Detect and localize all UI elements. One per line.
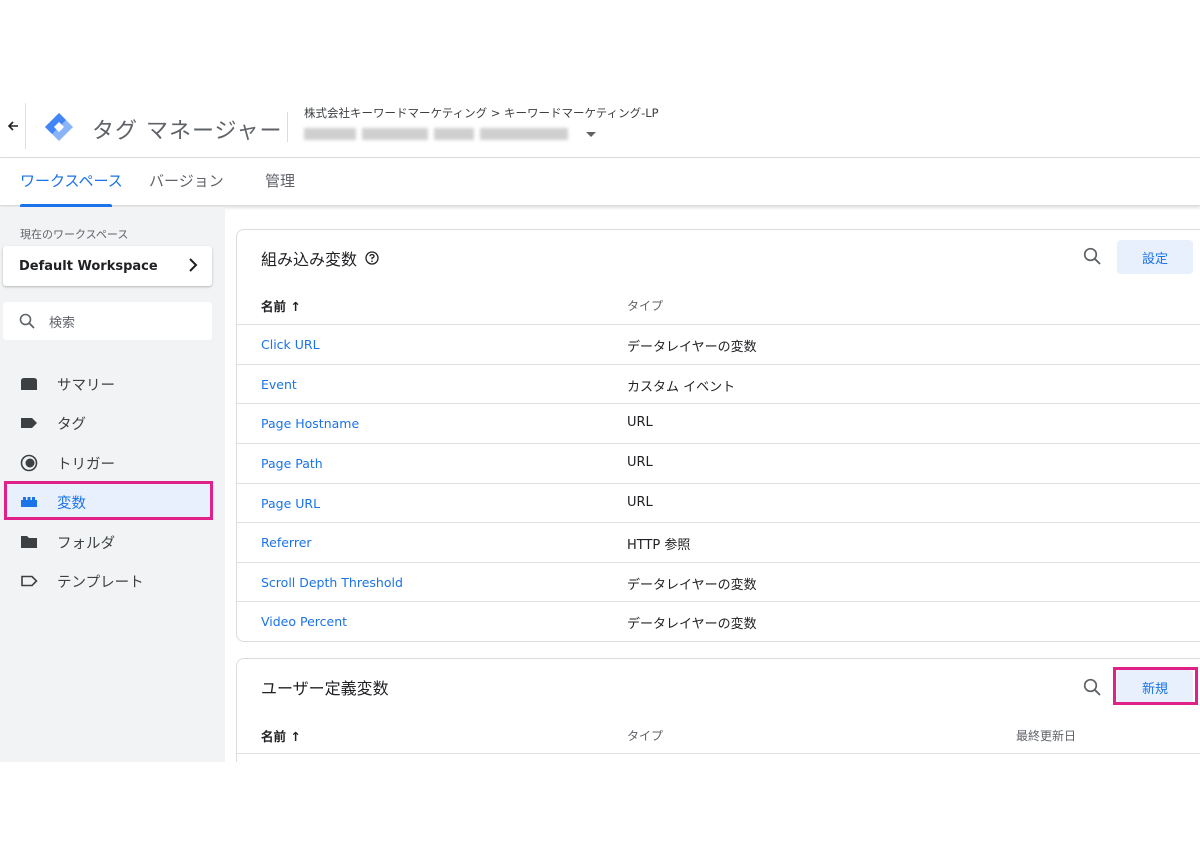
table-row[interactable]: Click URL データレイヤーの変数 (237, 324, 1200, 364)
chevron-right-icon (189, 258, 198, 272)
sidebar-item-label: 変数 (57, 495, 86, 512)
variable-type: データレイヤーの変数 (627, 340, 757, 355)
header-divider (287, 112, 288, 142)
column-header-type[interactable]: タイプ (627, 727, 663, 744)
sidebar-item-tags[interactable]: タグ (6, 405, 212, 441)
sidebar: 現在のワークスペース Default Workspace 検索 サマリー タグ (0, 207, 225, 762)
tab-versions[interactable]: バージョン (149, 158, 224, 204)
user-defined-variables-card: ユーザー定義変数 新規 名前 ↑ タイプ 最終更新日 (236, 658, 1200, 762)
sidebar-item-label: フォルダ (57, 535, 115, 552)
search-placeholder: 検索 (49, 315, 76, 331)
column-header-last-edited[interactable]: 最終更新日 (1016, 727, 1076, 744)
search-icon[interactable] (1083, 678, 1101, 696)
variable-type: HTTP 参照 (627, 538, 691, 553)
table-row[interactable]: Page Path URL (237, 443, 1200, 483)
sidebar-item-label: タグ (57, 416, 86, 433)
column-header-type[interactable]: タイプ (627, 297, 663, 314)
variable-name-link[interactable]: Click URL (261, 337, 320, 352)
variable-name-link[interactable]: Event (261, 377, 297, 392)
sidebar-search[interactable]: 検索 (3, 302, 212, 340)
redacted-text (434, 128, 474, 140)
tag-icon (20, 414, 38, 432)
workspace-selector[interactable]: Default Workspace (3, 246, 212, 286)
redacted-text (304, 128, 356, 140)
variable-name-link[interactable]: Referrer (261, 535, 312, 550)
configure-button[interactable]: 設定 (1117, 240, 1193, 274)
builtin-variables-card: 組み込み変数 設定 名前 ↑ タイプ Click URL データレイヤーの変数 … (236, 229, 1200, 642)
tab-workspace[interactable]: ワークスペース (20, 158, 123, 204)
workspace-name: Default Workspace (19, 258, 158, 274)
table-row[interactable]: Referrer HTTP 参照 (237, 522, 1200, 562)
new-variable-button[interactable]: 新規 (1117, 670, 1193, 704)
user-defined-title: ユーザー定義変数 (261, 679, 389, 698)
arrow-back-icon (7, 121, 18, 131)
table-row[interactable]: Video Percent データレイヤーの変数 (237, 601, 1200, 641)
variable-name-link[interactable]: Page URL (261, 496, 320, 511)
variable-type: URL (627, 455, 653, 470)
table-row[interactable]: Page URL URL (237, 483, 1200, 523)
sidebar-item-templates[interactable]: テンプレート (6, 563, 212, 599)
product-name: タグ マネージャー (92, 119, 283, 144)
table-row (237, 753, 1200, 762)
variable-name-link[interactable]: Scroll Depth Threshold (261, 575, 403, 590)
main-tabs: ワークスペース バージョン 管理 (0, 158, 1200, 207)
variable-type: データレイヤーの変数 (627, 578, 757, 593)
column-header-name[interactable]: 名前 ↑ (261, 296, 301, 315)
card-title-text: 組み込み変数 (261, 250, 358, 269)
template-icon (20, 572, 38, 590)
variables-icon (20, 493, 38, 511)
variable-type: URL (627, 415, 653, 430)
sidebar-item-overview[interactable]: サマリー (6, 366, 212, 402)
tab-admin[interactable]: 管理 (265, 158, 295, 204)
folder-tab-icon (20, 375, 38, 393)
table-row[interactable]: Event カスタム イベント (237, 364, 1200, 404)
variable-type: データレイヤーの変数 (627, 617, 757, 632)
table-row[interactable]: Page Hostname URL (237, 403, 1200, 443)
sidebar-item-variables[interactable]: 変数 (6, 484, 212, 520)
search-icon (19, 313, 35, 329)
sidebar-item-label: テンプレート (57, 574, 144, 591)
tag-manager-app: タグ マネージャー 株式会社キーワードマーケティング > キーワードマーケティン… (0, 95, 1200, 762)
folder-icon (20, 533, 38, 551)
sidebar-item-label: トリガー (57, 456, 115, 473)
variable-name-link[interactable]: Page Path (261, 456, 323, 471)
app-header: タグ マネージャー 株式会社キーワードマーケティング > キーワードマーケティン… (0, 95, 1200, 158)
redacted-text (362, 128, 428, 140)
sidebar-item-label: サマリー (57, 377, 115, 394)
table-row[interactable]: Scroll Depth Threshold データレイヤーの変数 (237, 562, 1200, 602)
variable-type: カスタム イベント (627, 380, 736, 395)
search-icon[interactable] (1083, 247, 1101, 265)
container-selector[interactable] (304, 123, 596, 145)
tag-manager-logo-icon (45, 113, 73, 141)
variable-name-link[interactable]: Page Hostname (261, 416, 359, 431)
column-header-name[interactable]: 名前 ↑ (261, 726, 301, 745)
variable-type: URL (627, 495, 653, 510)
account-breadcrumb[interactable]: 株式会社キーワードマーケティング > キーワードマーケティング-LP (304, 105, 659, 121)
dropdown-caret-icon (586, 131, 596, 137)
builtin-variables-title: 組み込み変数 (261, 246, 379, 270)
sidebar-item-folders[interactable]: フォルダ (6, 524, 212, 560)
workspace-label: 現在のワークスペース (20, 228, 129, 241)
redacted-text (480, 128, 568, 140)
trigger-icon (20, 454, 38, 472)
sidebar-item-triggers[interactable]: トリガー (6, 445, 212, 481)
back-button[interactable] (0, 103, 26, 149)
variable-name-link[interactable]: Video Percent (261, 614, 347, 629)
help-icon[interactable] (365, 251, 379, 265)
